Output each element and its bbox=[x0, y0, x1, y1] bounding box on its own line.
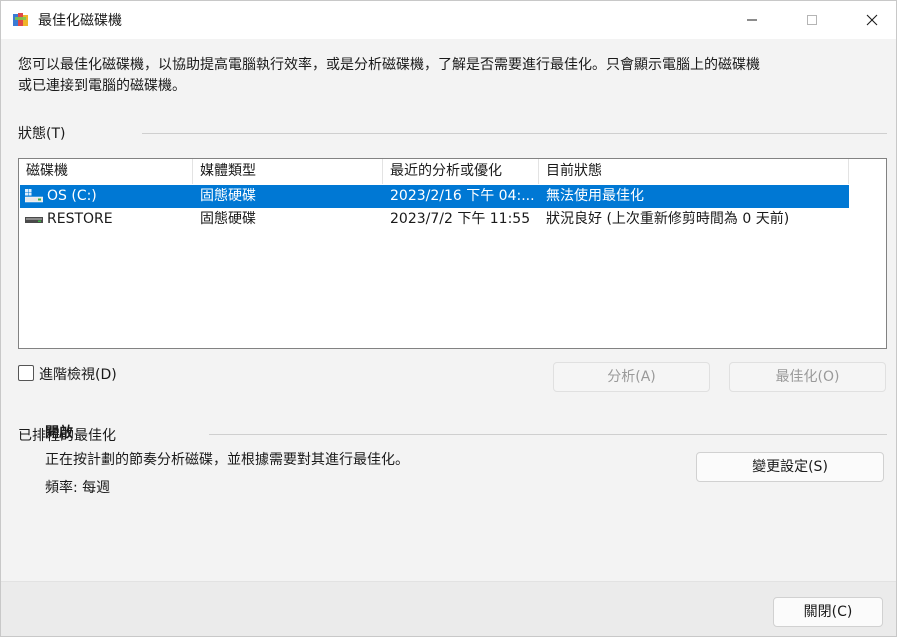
drive-row-restore[interactable]: RESTORE 固態硬碟 2023/7/2 下午 11:55 狀況良好 (上次重… bbox=[20, 208, 849, 231]
description-line-2: 或已連接到電腦的磁碟機。 bbox=[18, 78, 186, 94]
drive-icon bbox=[25, 212, 43, 226]
scheduled-divider bbox=[209, 434, 887, 435]
drive-status: 狀況良好 (上次重新修剪時間為 0 天前) bbox=[546, 211, 790, 227]
drive-last-run: 2023/7/2 下午 11:55 bbox=[390, 211, 531, 227]
drive-last-run: 2023/2/16 下午 04:... bbox=[390, 188, 535, 204]
maximize-button bbox=[789, 1, 835, 39]
close-button[interactable]: 關閉(C) bbox=[773, 597, 883, 627]
status-divider bbox=[142, 133, 887, 134]
scheduled-description: 正在按計劃的節奏分析磁碟，並根據需要對其進行最佳化。 bbox=[45, 452, 409, 468]
drive-media-type: 固態硬碟 bbox=[200, 211, 256, 227]
change-settings-button[interactable]: 變更設定(S) bbox=[696, 452, 884, 482]
drive-name: RESTORE bbox=[47, 211, 113, 227]
windows-drive-icon bbox=[24, 189, 44, 203]
window-title: 最佳化磁碟機 bbox=[38, 13, 122, 29]
drive-list[interactable]: 磁碟機 媒體類型 最近的分析或優化 目前狀態 OS (C:) 固態硬碟 2023… bbox=[18, 158, 887, 349]
column-header-media-type[interactable]: 媒體類型 bbox=[193, 159, 383, 184]
optimize-drives-window: 最佳化磁碟機 您可以最佳化磁碟機，以協助提高電腦執行效率，或是分析磁碟機，了解是… bbox=[0, 0, 897, 637]
dialog-footer: 關閉(C) bbox=[1, 581, 896, 636]
column-header-last-run[interactable]: 最近的分析或優化 bbox=[383, 159, 539, 184]
minimize-icon bbox=[747, 19, 757, 21]
scheduled-frequency: 頻率: 每週 bbox=[45, 480, 111, 496]
column-header-drive[interactable]: 磁碟機 bbox=[19, 159, 193, 184]
advanced-view-label[interactable]: 進階檢視(D) bbox=[39, 364, 117, 384]
drive-list-header: 磁碟機 媒體類型 最近的分析或優化 目前狀態 bbox=[19, 159, 849, 184]
optimize-button[interactable]: 最佳化(O) bbox=[729, 362, 886, 392]
drive-name: OS (C:) bbox=[47, 188, 97, 204]
status-section-label: 狀態(T) bbox=[18, 126, 66, 142]
close-window-button[interactable] bbox=[849, 1, 895, 39]
description: 您可以最佳化磁碟機，以協助提高電腦執行效率，或是分析磁碟機，了解是否需要進行最佳… bbox=[18, 55, 878, 97]
scheduled-state: 開啟 bbox=[45, 425, 73, 441]
drive-media-type: 固態硬碟 bbox=[200, 188, 256, 204]
drive-row-os[interactable]: OS (C:) 固態硬碟 2023/2/16 下午 04:... 無法使用最佳化 bbox=[20, 185, 849, 208]
drive-status: 無法使用最佳化 bbox=[546, 188, 644, 204]
defrag-app-icon bbox=[12, 11, 30, 29]
maximize-icon bbox=[807, 15, 817, 25]
close-icon bbox=[866, 14, 878, 26]
dialog-content: 您可以最佳化磁碟機，以協助提高電腦執行效率，或是分析磁碟機，了解是否需要進行最佳… bbox=[1, 39, 896, 581]
analyze-button[interactable]: 分析(A) bbox=[553, 362, 710, 392]
minimize-button[interactable] bbox=[729, 1, 775, 39]
title-bar: 最佳化磁碟機 bbox=[1, 1, 896, 39]
description-line-1: 您可以最佳化磁碟機，以協助提高電腦執行效率，或是分析磁碟機，了解是否需要進行最佳… bbox=[18, 57, 760, 73]
advanced-view-checkbox[interactable] bbox=[18, 365, 34, 381]
column-header-status[interactable]: 目前狀態 bbox=[539, 159, 849, 184]
